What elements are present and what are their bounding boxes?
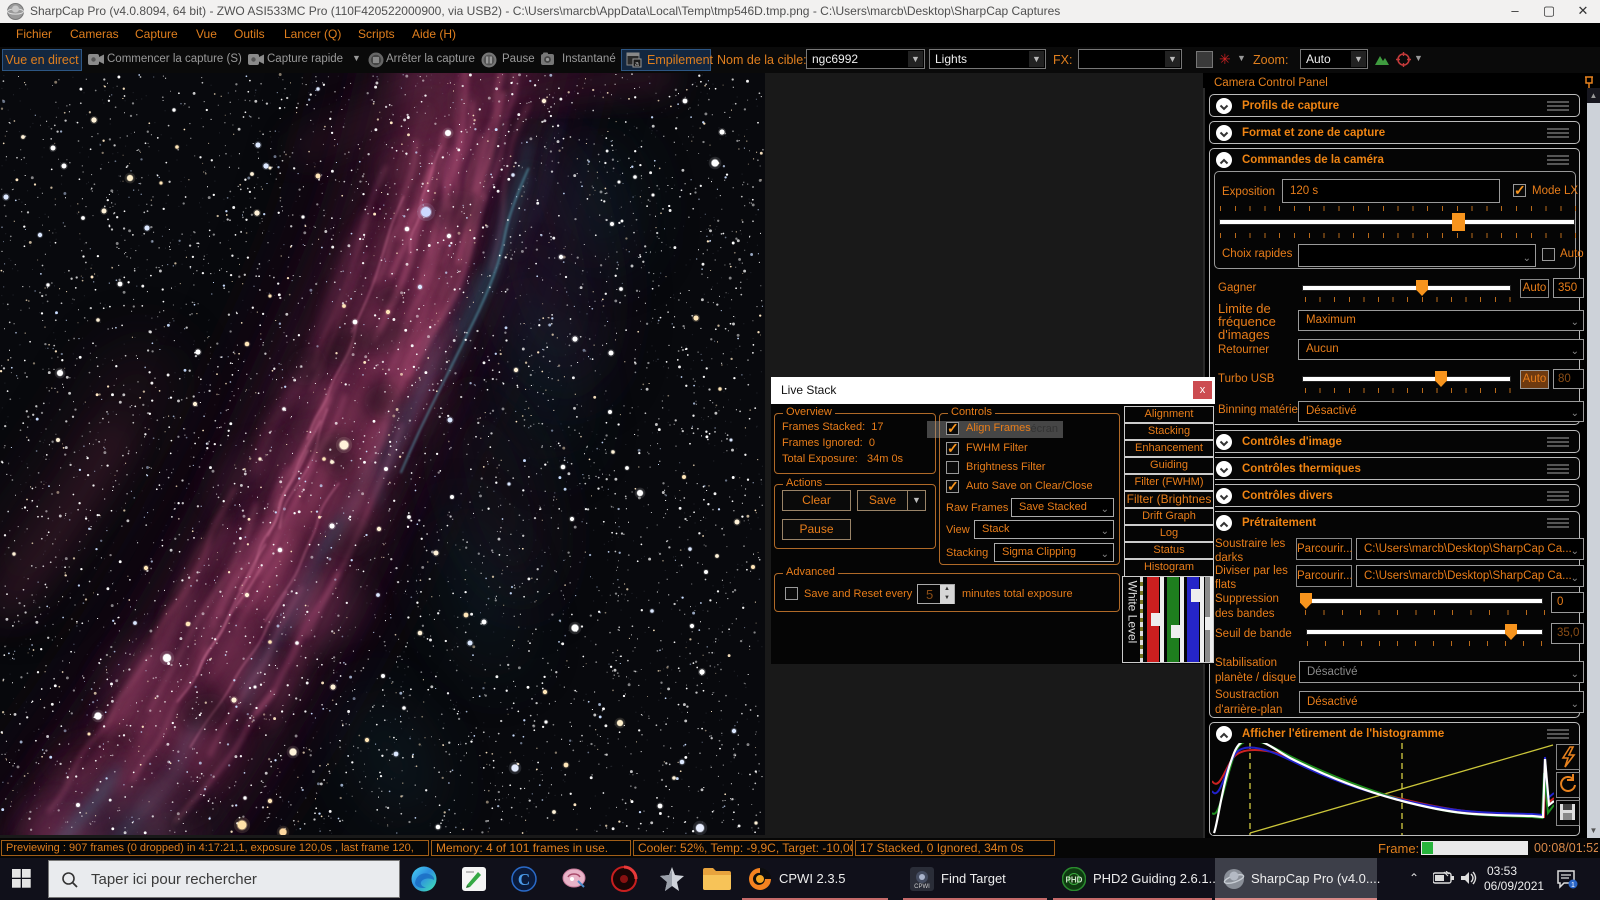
svg-text:C: C [518, 870, 530, 889]
svg-text:CPWI: CPWI [914, 884, 930, 890]
svg-text:a: a [635, 61, 639, 68]
svg-text:1: 1 [1571, 882, 1575, 889]
svg-text:PHD: PHD [1066, 876, 1083, 885]
